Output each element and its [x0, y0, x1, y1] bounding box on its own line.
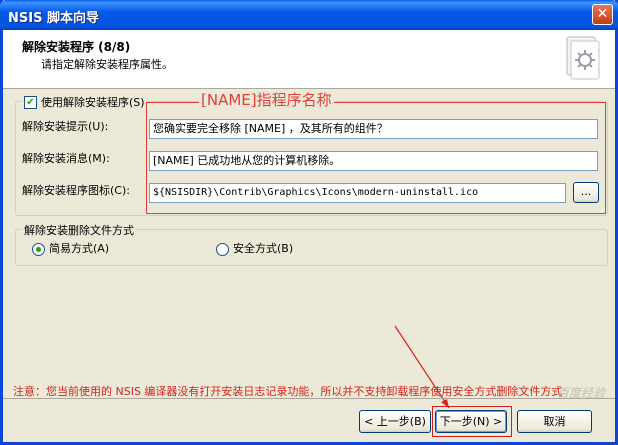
simple-mode-radio[interactable] — [32, 242, 45, 256]
page-subtitle: 请指定解除安装程序属性。 — [41, 58, 173, 71]
safe-mode-label: 安全方式(B) — [233, 242, 294, 255]
window-title: NSIS 脚本向导 — [8, 11, 99, 26]
wizard-window: NSIS 脚本向导 ✕ 解除安装程序 (8/8) 请指定解除安装程序属性。 ✔ … — [0, 0, 618, 445]
title-bar[interactable]: NSIS 脚本向导 ✕ — [0, 0, 618, 30]
annotation-arrow-icon — [394, 325, 450, 409]
installer-gear-icon — [566, 36, 600, 80]
safe-mode-option[interactable]: 安全方式(B) — [216, 240, 293, 256]
footer-separator — [3, 398, 615, 399]
cancel-button[interactable]: 取消 — [517, 410, 592, 433]
simple-mode-label: 简易方式(A) — [49, 242, 110, 255]
delete-mode-label: 解除安装删除文件方式 — [24, 224, 134, 237]
annotation-highlight-box — [146, 102, 606, 214]
back-button[interactable]: < 上一步(B) — [359, 410, 431, 433]
use-uninstaller-checkbox-row[interactable]: ✔ 使用解除安装程序(S) — [22, 94, 147, 110]
uninstall-message-label: 解除安装消息(M): — [22, 152, 110, 165]
uninstall-prompt-label: 解除安装提示(U): — [22, 120, 109, 133]
next-button-highlight — [432, 406, 512, 437]
page-title: 解除安装程序 (8/8) — [22, 40, 131, 54]
delete-mode-title: 解除安装删除文件方式 — [22, 222, 136, 238]
simple-mode-option[interactable]: 简易方式(A) — [32, 240, 109, 256]
warning-text: 注意：您当前使用的 NSIS 编译器没有打开安装日志记录功能，所以并不支持卸载程… — [13, 385, 563, 398]
delete-mode-group: 解除安装删除文件方式 简易方式(A) 安全方式(B) — [15, 222, 608, 266]
use-uninstaller-label: 使用解除安装程序(S) — [41, 96, 145, 109]
safe-mode-radio[interactable] — [216, 242, 229, 256]
close-icon: ✕ — [596, 6, 609, 22]
annotation-text: [NAME]指程序名称 — [199, 89, 334, 110]
use-uninstaller-checkbox[interactable]: ✔ — [24, 95, 37, 109]
close-button[interactable]: ✕ — [592, 4, 613, 25]
uninstall-icon-label: 解除安装程序图标(C): — [22, 184, 130, 197]
wizard-header: 解除安装程序 (8/8) 请指定解除安装程序属性。 — [3, 30, 615, 89]
